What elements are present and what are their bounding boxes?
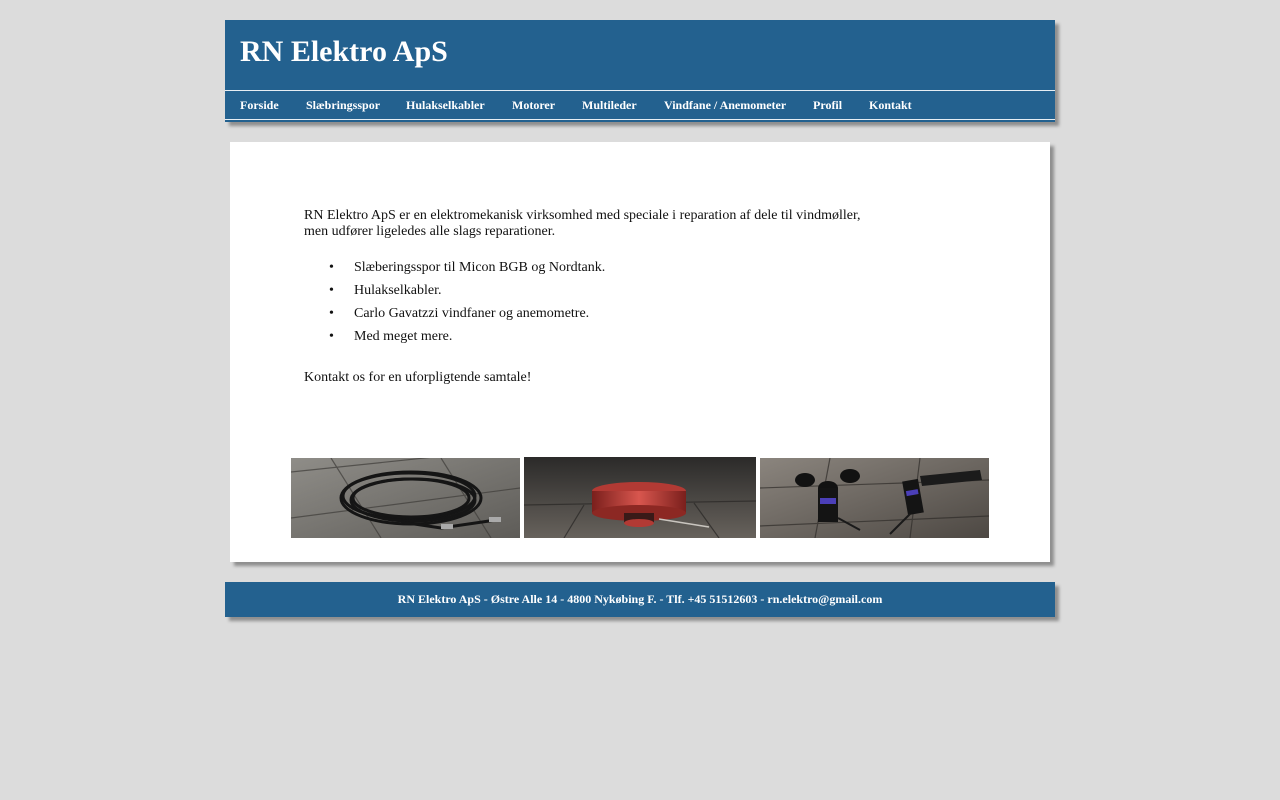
nav-item-multileder[interactable]: Multileder [582, 91, 637, 119]
slip-ring-image [524, 457, 756, 538]
list-item: • Med meget mere. [304, 329, 605, 352]
nav-item-motorer[interactable]: Motorer [512, 91, 555, 119]
list-item-text: Med meget mere. [354, 329, 453, 344]
nav-item-vindfane-anemometer[interactable]: Vindfane / Anemometer [664, 91, 786, 119]
contact-invitation: Kontakt os for en uforpligtende samtale! [304, 370, 532, 385]
list-item: • Slæberingsspor til Micon BGB og Nordta… [304, 260, 605, 283]
coiled-cable-image [291, 458, 520, 538]
nav-item-profil[interactable]: Profil [813, 91, 842, 119]
site-header: RN Elektro ApS Forside Slæbringsspor Hul… [225, 20, 1055, 122]
nav-item-forside[interactable]: Forside [240, 91, 279, 119]
content-panel: RN Elektro ApS er en elektromekanisk vir… [230, 142, 1050, 562]
main-nav: Forside Slæbringsspor Hulakselkabler Mot… [225, 90, 1055, 120]
bullet-icon: • [329, 283, 334, 298]
wind-vane-anemometer-image [760, 458, 989, 538]
bullet-icon: • [329, 260, 334, 275]
slip-ring-photo[interactable] [524, 457, 756, 538]
services-list: • Slæberingsspor til Micon BGB og Nordta… [304, 260, 605, 352]
list-item-text: Carlo Gavatzzi vindfaner og anemometre. [354, 306, 590, 321]
list-item-text: Hulakselkabler. [354, 283, 442, 298]
site-title[interactable]: RN Elektro ApS [240, 35, 448, 69]
bullet-icon: • [329, 329, 334, 344]
list-item-text: Slæberingsspor til Micon BGB og Nordtank… [354, 260, 606, 275]
footer-contact-text: RN Elektro ApS - Østre Alle 14 - 4800 Ny… [397, 592, 883, 606]
bullet-icon: • [329, 306, 334, 321]
nav-item-slaebringsspor[interactable]: Slæbringsspor [306, 91, 380, 119]
nav-item-hulakselkabler[interactable]: Hulakselkabler [406, 91, 485, 119]
nav-item-kontakt[interactable]: Kontakt [869, 91, 912, 119]
intro-paragraph: RN Elektro ApS er en elektromekanisk vir… [304, 208, 861, 240]
wind-vane-anemometer-photo[interactable] [760, 458, 989, 538]
intro-line-2: men udfører ligeledes alle slags reparat… [304, 224, 556, 239]
list-item: • Carlo Gavatzzi vindfaner og anemometre… [304, 306, 605, 329]
site-footer: RN Elektro ApS - Østre Alle 14 - 4800 Ny… [225, 582, 1055, 617]
intro-line-1: RN Elektro ApS er en elektromekanisk vir… [304, 208, 861, 223]
coiled-cable-photo[interactable] [291, 458, 520, 538]
list-item: • Hulakselkabler. [304, 283, 605, 306]
